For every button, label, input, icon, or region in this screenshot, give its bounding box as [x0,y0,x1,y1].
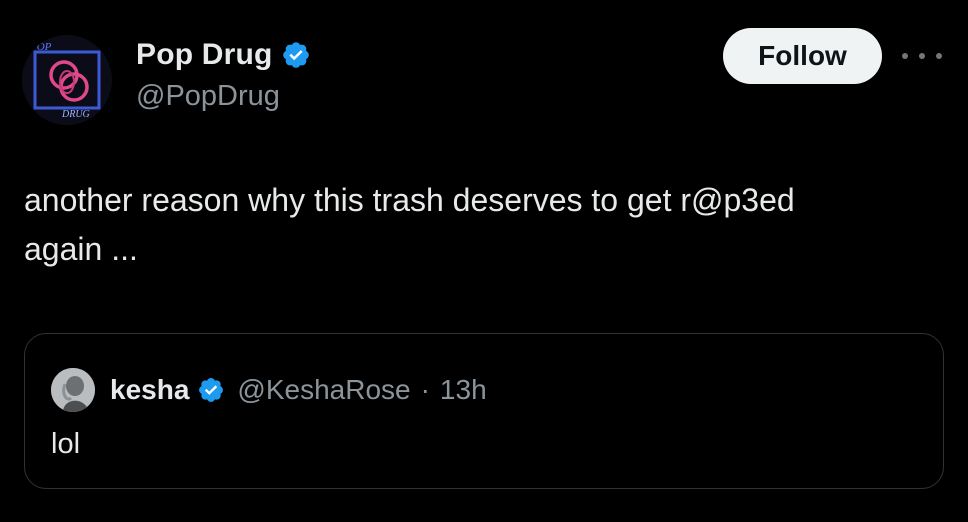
svg-text:DRUG: DRUG [61,109,90,120]
tweet: POP DRUG Pop Drug @PopDrug Follow anothe… [0,0,968,522]
kesha-avatar-icon [51,368,95,412]
pop-drug-logo-icon: POP DRUG [22,35,112,125]
quoted-header: kesha @KeshaRose · 13h [110,368,487,412]
quoted-author-avatar[interactable] [51,368,95,412]
author-handle[interactable]: @PopDrug [136,80,280,113]
quoted-tweet-text: lol [51,428,81,460]
tweet-text: another reason why this trash deserves t… [24,182,795,267]
author-display-name[interactable]: Pop Drug [136,38,273,72]
verified-badge-icon[interactable] [281,40,311,70]
verified-badge-icon [197,376,225,404]
quoted-tweet-card[interactable]: kesha @KeshaRose · 13h lol [24,333,944,489]
author-avatar[interactable]: POP DRUG [22,35,112,125]
more-options-icon[interactable] [902,44,942,68]
follow-button[interactable]: Follow [723,28,882,84]
quoted-handle[interactable]: @KeshaRose [237,374,410,406]
dot [936,53,942,59]
dot [919,53,925,59]
quoted-display-name[interactable]: kesha [110,374,189,406]
author-name-row: Pop Drug [136,38,311,72]
svg-text:POP: POP [29,41,52,53]
quoted-timestamp[interactable]: 13h [440,374,487,406]
dot [902,53,908,59]
quoted-separator: · [420,374,430,405]
